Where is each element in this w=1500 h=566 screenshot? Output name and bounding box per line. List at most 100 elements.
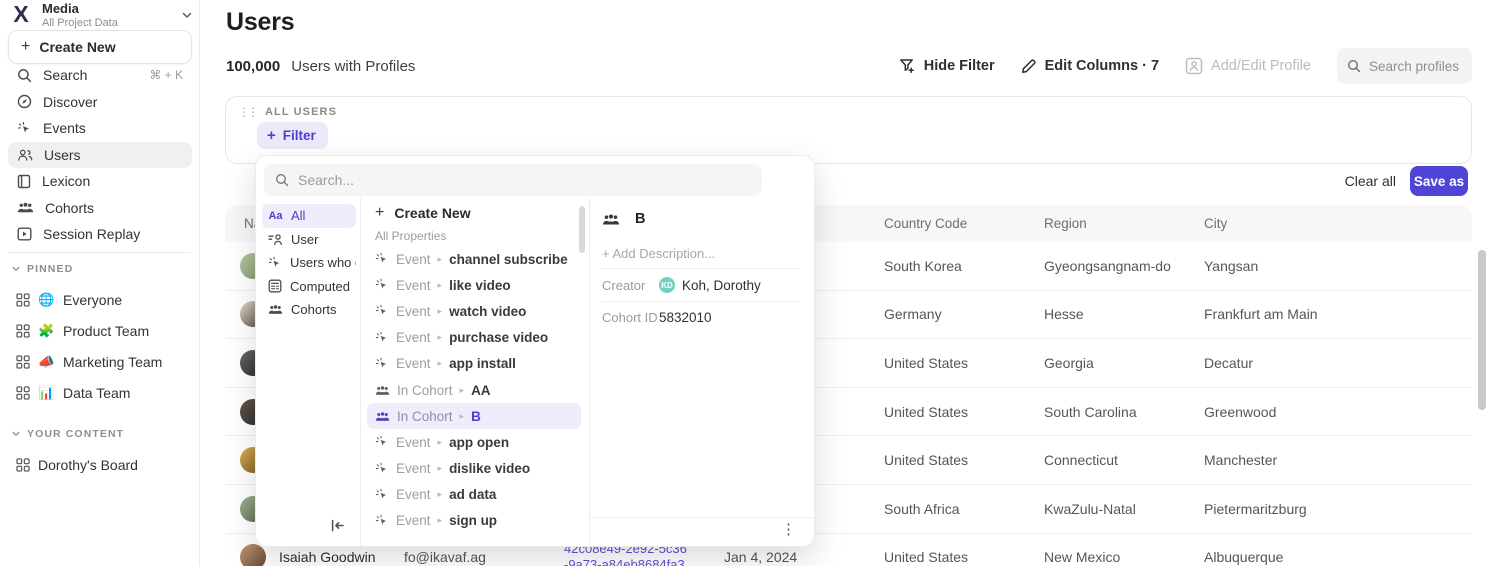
text-aa-icon: Aa — [268, 210, 283, 222]
megaphone-emoji-icon: 📣 — [38, 354, 55, 370]
chevron-right-icon: ▸ — [438, 254, 443, 265]
event-spark-icon — [375, 331, 389, 345]
create-new-button[interactable]: + Create New — [8, 30, 192, 64]
sidebar-item-label: Search — [43, 67, 87, 83]
cell-country: United States — [880, 355, 1040, 371]
puzzle-emoji-icon: 🧩 — [38, 323, 55, 339]
property-item-app-open[interactable]: Event▸app open — [367, 429, 581, 455]
sidebar-divider — [8, 252, 191, 253]
cell-country: United States — [880, 452, 1040, 468]
property-item-dislike-video[interactable]: Event▸dislike video — [367, 456, 581, 482]
cohort-detail-panel: B + Add Description... Creator KD Koh, D… — [589, 198, 814, 546]
search-shortcut: ⌘ + K — [149, 68, 183, 82]
add-edit-profile-button[interactable]: Add/Edit Profile — [1185, 57, 1311, 75]
property-item-purchase-video[interactable]: Event▸purchase video — [367, 325, 581, 351]
chevron-right-icon: ▸ — [438, 489, 443, 500]
edit-columns-button[interactable]: Edit Columns · 7 — [1021, 58, 1159, 74]
sidebar-item-data-team[interactable]: 📊 Data Team — [8, 377, 192, 408]
collapse-panel-icon[interactable] — [330, 518, 345, 533]
sidebar-item-dorothys-board[interactable]: Dorothy's Board — [8, 450, 192, 481]
profile-count: 100,000 — [226, 58, 280, 75]
create-new-label: Create New — [39, 39, 115, 55]
board-grid-icon — [16, 386, 30, 400]
computed-icon — [268, 279, 282, 293]
chevron-down-icon — [12, 431, 20, 437]
property-item-ad-data[interactable]: Event▸ad data — [367, 482, 581, 508]
popover-scrollbar[interactable] — [579, 206, 585, 253]
property-item-sign-up[interactable]: Event▸sign up — [367, 508, 581, 534]
sidebar-item-search[interactable]: Search ⌘ + K — [8, 62, 192, 89]
popover-search-input[interactable] — [298, 172, 751, 188]
divider — [602, 301, 800, 302]
popover-create-new-button[interactable]: + Create New — [361, 200, 587, 226]
sidebar-item-marketing-team[interactable]: 📣 Marketing Team — [8, 347, 192, 378]
property-item-like-video[interactable]: Event▸like video — [367, 272, 581, 298]
clear-all-button[interactable]: Clear all — [1345, 173, 1396, 189]
search-icon — [17, 68, 32, 83]
sidebar: X Media All Project Data + Create New Se… — [0, 0, 200, 566]
sidebar-item-discover[interactable]: Discover — [8, 89, 192, 116]
cell-country: South Korea — [880, 258, 1040, 274]
kebab-menu-icon[interactable]: ⋮ — [781, 522, 796, 537]
hide-filter-button[interactable]: Hide Filter — [899, 58, 995, 74]
column-header-region[interactable]: Region — [1040, 216, 1200, 231]
your-content-list: Dorothy's Board — [8, 450, 192, 481]
board-label: Marketing Team — [63, 354, 162, 370]
save-as-button[interactable]: Save as — [1410, 166, 1468, 196]
search-profiles-input[interactable] — [1369, 59, 1462, 74]
category-users-who-did[interactable]: Users who di... — [262, 251, 356, 275]
drag-handle-icon[interactable]: ⋮⋮ — [238, 106, 256, 118]
filter-card: ⋮⋮ ALL USERS + Filter — [225, 96, 1472, 164]
cell-city: Pietermaritzburg — [1200, 501, 1472, 517]
chevron-down-icon — [182, 12, 192, 19]
workspace-subtitle: All Project Data — [42, 17, 174, 30]
sidebar-item-product-team[interactable]: 🧩 Product Team — [8, 316, 192, 347]
plus-icon: + — [375, 204, 384, 222]
column-header-country-code[interactable]: Country Code — [880, 216, 1040, 231]
cohort-icon — [375, 385, 390, 396]
sidebar-item-events[interactable]: Events — [8, 115, 192, 142]
event-spark-icon — [375, 435, 389, 449]
category-cohorts[interactable]: Cohorts — [262, 298, 356, 322]
property-item-in-cohort-aa[interactable]: In Cohort▸AA — [367, 377, 581, 403]
column-header-city[interactable]: City — [1200, 216, 1472, 231]
add-filter-button[interactable]: + Filter — [257, 122, 328, 149]
creator-label: Creator — [602, 278, 659, 293]
avatar — [240, 544, 266, 566]
property-item-channel-subscribe[interactable]: Event▸channel subscribe — [367, 246, 581, 272]
pinned-section-header[interactable]: PINNED — [12, 263, 73, 275]
pencil-icon — [1021, 58, 1037, 74]
property-item-in-cohort-b[interactable]: In Cohort▸B — [367, 403, 581, 429]
property-item-watch-video[interactable]: Event▸watch video — [367, 298, 581, 324]
category-user[interactable]: User — [262, 228, 356, 252]
sidebar-item-label: Discover — [43, 94, 97, 110]
creator-avatar: KD — [659, 277, 675, 293]
sidebar-item-label: Users — [44, 147, 81, 163]
chevron-right-icon: ▸ — [438, 515, 443, 526]
sidebar-item-session-replay[interactable]: Session Replay — [8, 221, 192, 248]
property-item-app-install[interactable]: Event▸app install — [367, 351, 581, 377]
search-icon — [1347, 59, 1361, 73]
sidebar-item-users[interactable]: Users — [8, 142, 192, 169]
your-content-section-header[interactable]: YOUR CONTENT — [12, 428, 124, 440]
popover-search[interactable] — [264, 164, 762, 196]
category-all[interactable]: Aa All — [262, 204, 356, 228]
sidebar-item-lexicon[interactable]: Lexicon — [8, 168, 192, 195]
cell-region: South Carolina — [1040, 404, 1200, 420]
cell-city: Frankfurt am Main — [1200, 306, 1472, 322]
table-scrollbar[interactable] — [1478, 250, 1486, 410]
sidebar-item-everyone[interactable]: 🌐 Everyone — [8, 285, 192, 316]
all-properties-label: All Properties — [361, 226, 587, 246]
sidebar-item-cohorts[interactable]: Cohorts — [8, 195, 192, 222]
cohort-title: B — [635, 211, 645, 227]
category-computed[interactable]: Computed — [262, 275, 356, 299]
page-title: Users — [226, 8, 295, 37]
profiles-search[interactable] — [1337, 48, 1472, 84]
header-controls: Hide Filter Edit Columns · 7 Add/Edit Pr… — [899, 48, 1472, 84]
cell-city: Decatur — [1200, 355, 1472, 371]
search-icon — [275, 173, 289, 187]
popover-property-list: + Create New All Properties Event▸channe… — [361, 198, 587, 546]
funnel-icon — [899, 58, 916, 74]
cell-country: United States — [880, 549, 1040, 565]
add-description-button[interactable]: + Add Description... — [602, 246, 715, 261]
